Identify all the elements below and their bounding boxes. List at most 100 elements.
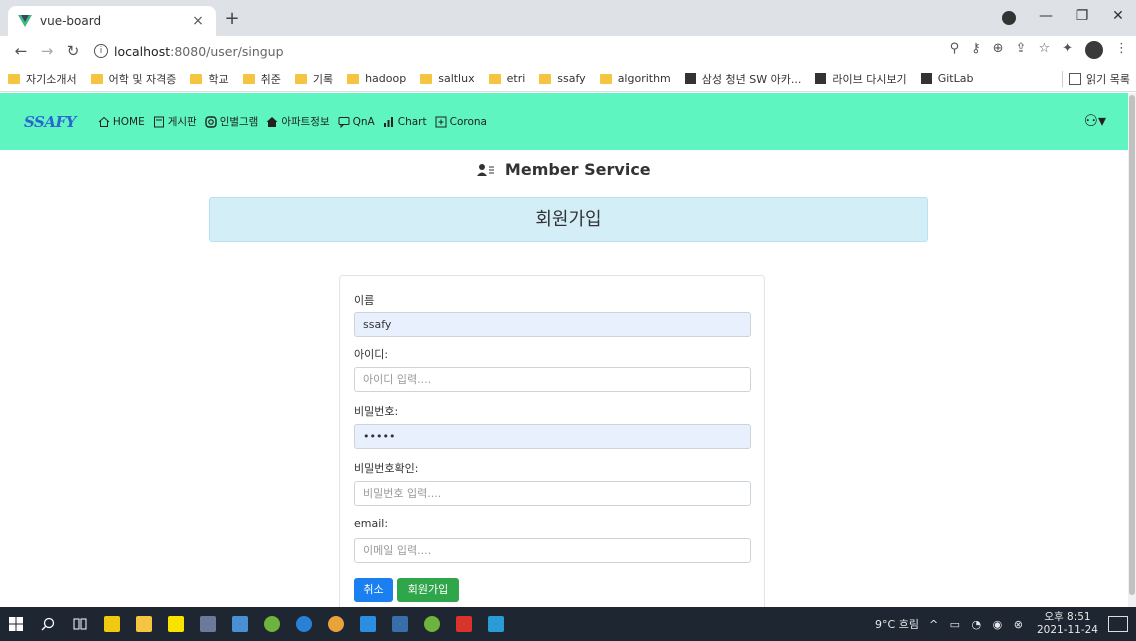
password-confirm-input[interactable] (354, 481, 751, 506)
id-input[interactable] (354, 367, 751, 392)
name-input[interactable] (354, 312, 751, 337)
site-info-icon[interactable]: i (94, 44, 108, 58)
vscode-icon[interactable] (360, 616, 376, 632)
password-input[interactable] (354, 424, 751, 449)
clock-time: 오후 8:51 (1044, 611, 1091, 623)
share-icon[interactable]: ⇪ (1016, 41, 1027, 59)
bookmark-label: hadoop (365, 72, 407, 85)
nav-qna[interactable]: QnA (338, 116, 375, 128)
nav-qna-label: QnA (352, 115, 375, 128)
bookmark-item[interactable]: 취준 (242, 71, 281, 87)
taskbar-app-icon[interactable] (104, 616, 120, 632)
id-label: 아이디: (354, 348, 389, 361)
chrome-profile-icon[interactable] (1002, 11, 1016, 25)
bookmark-item[interactable]: GitLab (920, 72, 973, 85)
bookmark-label: 삼성 청년 SW 아카... (701, 72, 802, 86)
chrome-menu-icon[interactable]: ⋮ (1115, 41, 1128, 59)
bookmark-item[interactable]: algorithm (599, 72, 671, 85)
email-input[interactable] (354, 538, 751, 563)
signup-banner: 회원가입 (209, 197, 928, 242)
notification-icon[interactable] (1108, 616, 1128, 632)
bookmark-item[interactable]: saltlux (420, 72, 475, 85)
task-view-icon[interactable] (72, 616, 88, 632)
bookmark-label: 어학 및 자격증 (108, 72, 177, 86)
browser-tab[interactable]: vue-board × (8, 6, 216, 36)
app-navbar: SSAFY HOME 게시판 인별그램 아파트정보 QnA Chart Coro… (0, 93, 1128, 150)
bookmark-label: 기록 (312, 72, 334, 86)
bookmark-item[interactable]: 학교 (190, 71, 229, 87)
nav-apartment-label: 아파트정보 (281, 116, 330, 128)
person-lines-icon (477, 164, 495, 176)
acrobat-icon[interactable] (456, 616, 472, 632)
taskbar-app-icon[interactable] (392, 616, 408, 632)
page-title-text: Member Service (504, 160, 651, 179)
nav-board[interactable]: 게시판 (153, 114, 197, 129)
bookmark-label: algorithm (617, 72, 671, 85)
zoom-icon[interactable]: ⊕ (993, 41, 1004, 59)
bookmark-item[interactable]: etri (488, 72, 526, 85)
search-icon[interactable] (40, 616, 56, 632)
bookmark-label: 자기소개서 (26, 72, 77, 86)
bookmark-star-icon[interactable]: ☆ (1038, 41, 1050, 59)
chrome-icon[interactable] (328, 616, 344, 632)
scrollbar-thumb[interactable] (1129, 95, 1135, 595)
nav-chart-label: Chart (397, 115, 427, 128)
profile-avatar[interactable] (1085, 41, 1103, 59)
nav-corona[interactable]: Corona (435, 116, 487, 128)
windows-taskbar: 9°C 흐림 ^ ▭ ◔ ◉ ⊗ 오후 8:51 2021-11-24 (0, 607, 1136, 641)
spring-tool-icon[interactable] (424, 616, 440, 632)
email-label: email: (354, 517, 389, 530)
minimize-button[interactable]: — (1028, 8, 1064, 24)
forward-icon[interactable]: → (36, 42, 58, 60)
page-scrollbar[interactable] (1128, 93, 1136, 607)
cancel-button[interactable]: 취소 (354, 578, 393, 602)
windows-start-icon[interactable] (8, 616, 24, 632)
location-icon[interactable]: ⚲ (950, 41, 960, 59)
nav-chart[interactable]: Chart (383, 116, 427, 128)
address-bar[interactable]: i localhost:8080/user/singup (94, 44, 284, 59)
clock-date: 2021-11-24 (1036, 624, 1098, 636)
signup-submit-button[interactable]: 회원가입 (397, 578, 459, 602)
bookmark-item[interactable]: 삼성 청년 SW 아카... (684, 71, 802, 87)
reload-icon[interactable]: ↻ (62, 42, 84, 60)
key-icon[interactable]: ⚷ (971, 41, 981, 59)
bookmark-label: etri (506, 72, 526, 85)
kakaotalk-icon[interactable] (168, 616, 184, 632)
nav-home[interactable]: HOME (98, 116, 145, 128)
bookmark-label: ssafy (557, 72, 586, 85)
bookmark-item[interactable]: 기록 (294, 71, 334, 87)
board-icon (153, 116, 164, 127)
nav-instagram[interactable]: 인별그램 (204, 114, 258, 129)
nav-board-label: 게시판 (167, 116, 197, 128)
bookmark-item[interactable]: 라이브 다시보기 (815, 71, 907, 87)
tray-icons[interactable]: ^ ▭ ◔ ◉ ⊗ (929, 618, 1027, 631)
bookmark-label: 라이브 다시보기 (832, 72, 907, 86)
maximize-button[interactable]: ❐ (1064, 8, 1100, 24)
tab-close-icon[interactable]: × (190, 13, 206, 29)
weather-widget[interactable]: 9°C 흐림 (875, 616, 919, 632)
extensions-icon[interactable]: ✦ (1062, 41, 1073, 59)
spring-tool-icon[interactable] (264, 616, 280, 632)
taskbar-app-icon[interactable] (488, 616, 504, 632)
nav-apartment[interactable]: 아파트정보 (266, 114, 330, 129)
folder-icon (190, 73, 203, 84)
taskbar-app-icon[interactable] (296, 616, 312, 632)
bookmark-item[interactable]: 자기소개서 (8, 71, 77, 87)
reading-list-label: 읽기 목록 (1086, 73, 1130, 86)
bookmark-item[interactable]: ssafy (539, 72, 586, 85)
new-tab-button[interactable]: + (222, 10, 242, 30)
bookmark-item[interactable]: hadoop (347, 72, 406, 85)
reading-list[interactable]: 읽기 목록 (1062, 71, 1130, 87)
plus-square-icon (435, 116, 447, 127)
ssafy-logo[interactable]: SSAFY (24, 113, 76, 131)
user-menu-icon[interactable]: ⚇▾ (1084, 111, 1106, 130)
file-explorer-icon[interactable] (136, 616, 152, 632)
taskbar-app-icon[interactable] (232, 616, 248, 632)
back-icon[interactable]: ← (10, 42, 32, 60)
taskbar-app-icon[interactable] (200, 616, 216, 632)
bookmark-item[interactable]: 어학 및 자격증 (90, 71, 177, 87)
house-fill-icon (266, 116, 278, 127)
close-window-button[interactable]: ✕ (1100, 8, 1136, 24)
clock[interactable]: 오후 8:51 2021-11-24 (1037, 611, 1098, 637)
page-icon (815, 73, 827, 84)
